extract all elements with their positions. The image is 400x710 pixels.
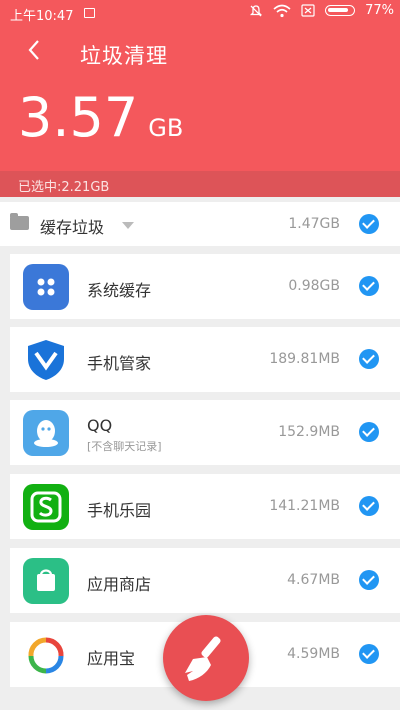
item-size: 152.9MB	[278, 424, 340, 440]
back-button[interactable]	[26, 38, 42, 69]
app-store-icon	[23, 558, 69, 604]
mute-icon	[250, 4, 263, 16]
item-name: 系统缓存	[87, 281, 152, 300]
header: 上午10:47 77% 垃圾清理 3.57 GB 已选中:2.21GB	[0, 0, 400, 197]
item-size: 189.81MB	[269, 351, 340, 367]
broom-icon	[185, 636, 221, 681]
list-item[interactable]: 手机乐园 141.21MB	[10, 474, 400, 539]
item-name: 手机管家	[87, 354, 152, 373]
item-size: 4.59MB	[287, 646, 340, 662]
item-checkbox[interactable]	[359, 644, 379, 664]
item-name: 手机乐园	[87, 501, 152, 520]
qq-icon	[23, 410, 69, 456]
yingyongbao-icon	[23, 632, 69, 678]
list-item[interactable]: 应用商店 4.67MB	[10, 548, 400, 613]
title-bar: 垃圾清理	[0, 30, 400, 78]
status-bar: 上午10:47 77%	[0, 0, 400, 26]
item-checkbox[interactable]	[359, 570, 379, 590]
size-value: 3.57	[18, 86, 139, 149]
cache-junk-section[interactable]: 缓存垃圾 1.47GB	[0, 202, 400, 246]
size-unit: GB	[148, 114, 184, 142]
battery-percent: 77%	[365, 3, 394, 18]
phone-manager-icon	[23, 337, 69, 383]
item-checkbox[interactable]	[359, 422, 379, 442]
clean-button[interactable]	[163, 615, 249, 701]
sim-icon	[84, 8, 95, 18]
item-checkbox[interactable]	[359, 349, 379, 369]
battery-icon	[325, 5, 356, 16]
list-item[interactable]: 系统缓存 0.98GB	[10, 254, 400, 319]
status-time: 上午10:47	[10, 9, 74, 24]
selected-size: 已选中:2.21GB	[18, 180, 110, 195]
item-name: QQ	[87, 416, 113, 435]
no-signal-icon	[301, 4, 315, 17]
folder-icon	[10, 213, 29, 230]
wifi-icon	[273, 4, 291, 17]
system-cache-icon	[23, 264, 69, 310]
section-size: 1.47GB	[288, 216, 340, 232]
back-arrow-icon	[28, 40, 39, 60]
phone-paradise-icon	[23, 484, 69, 530]
selected-bar: 已选中:2.21GB	[0, 171, 400, 197]
list-item[interactable]: QQ [不含聊天记录] 152.9MB	[10, 400, 400, 465]
item-checkbox[interactable]	[359, 496, 379, 516]
list-item[interactable]: 手机管家 189.81MB	[10, 327, 400, 392]
item-name: 应用宝	[87, 649, 136, 668]
item-name: 应用商店	[87, 575, 152, 594]
item-size: 4.67MB	[287, 572, 340, 588]
item-note: [不含聊天记录]	[87, 440, 162, 453]
section-label: 缓存垃圾	[40, 218, 105, 237]
item-checkbox[interactable]	[359, 276, 379, 296]
chevron-down-icon[interactable]	[122, 222, 134, 229]
status-icons: 77%	[249, 3, 394, 18]
page-title: 垃圾清理	[80, 44, 168, 68]
item-size: 0.98GB	[288, 278, 340, 294]
total-junk-size: 3.57 GB	[18, 88, 183, 148]
item-size: 141.21MB	[269, 498, 340, 514]
section-checkbox[interactable]	[359, 214, 379, 234]
